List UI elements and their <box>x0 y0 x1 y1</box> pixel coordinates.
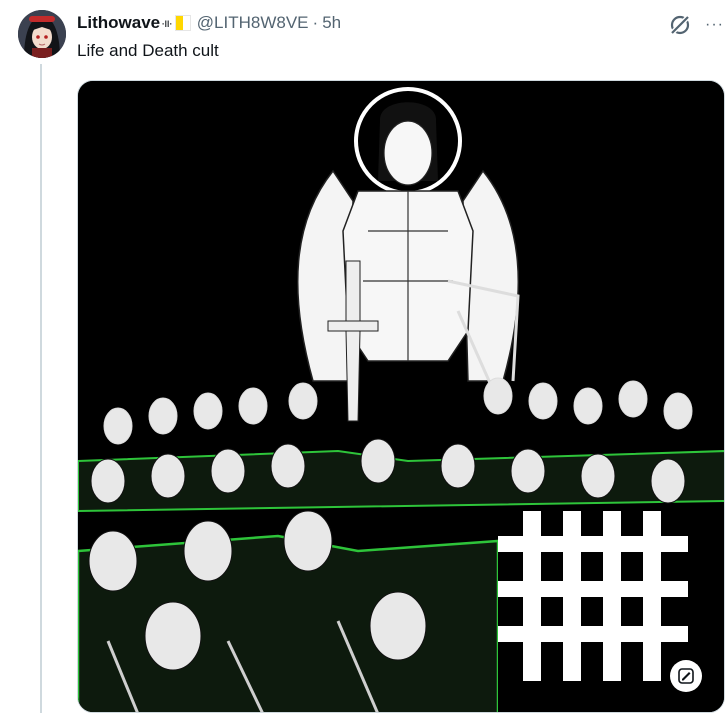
post-header: Lithowave ·ıı· @LITH8W8VE · 5h <box>77 12 341 34</box>
edit-image-icon <box>678 668 694 684</box>
name-badge: ·ıı· <box>161 16 173 30</box>
more-options-icon: ··· <box>705 16 724 33</box>
grok-icon <box>669 14 691 36</box>
post-image[interactable] <box>77 80 725 713</box>
avatar[interactable] <box>18 10 66 58</box>
separator-dot: · <box>312 13 319 32</box>
more-options-button[interactable]: ··· <box>704 14 725 36</box>
post-text: Life and Death cult <box>77 41 219 60</box>
post-image-artwork <box>78 81 724 712</box>
thread-line <box>40 64 42 713</box>
user-handle[interactable]: @LITH8W8VE <box>197 13 309 33</box>
post-time[interactable]: 5h <box>322 13 341 33</box>
edit-image-button[interactable] <box>670 660 702 692</box>
avatar-anime-girl-icon <box>18 10 66 58</box>
display-name[interactable]: Lithowave <box>77 13 160 33</box>
vatican-flag-icon <box>174 15 191 31</box>
grok-button[interactable] <box>667 12 693 38</box>
